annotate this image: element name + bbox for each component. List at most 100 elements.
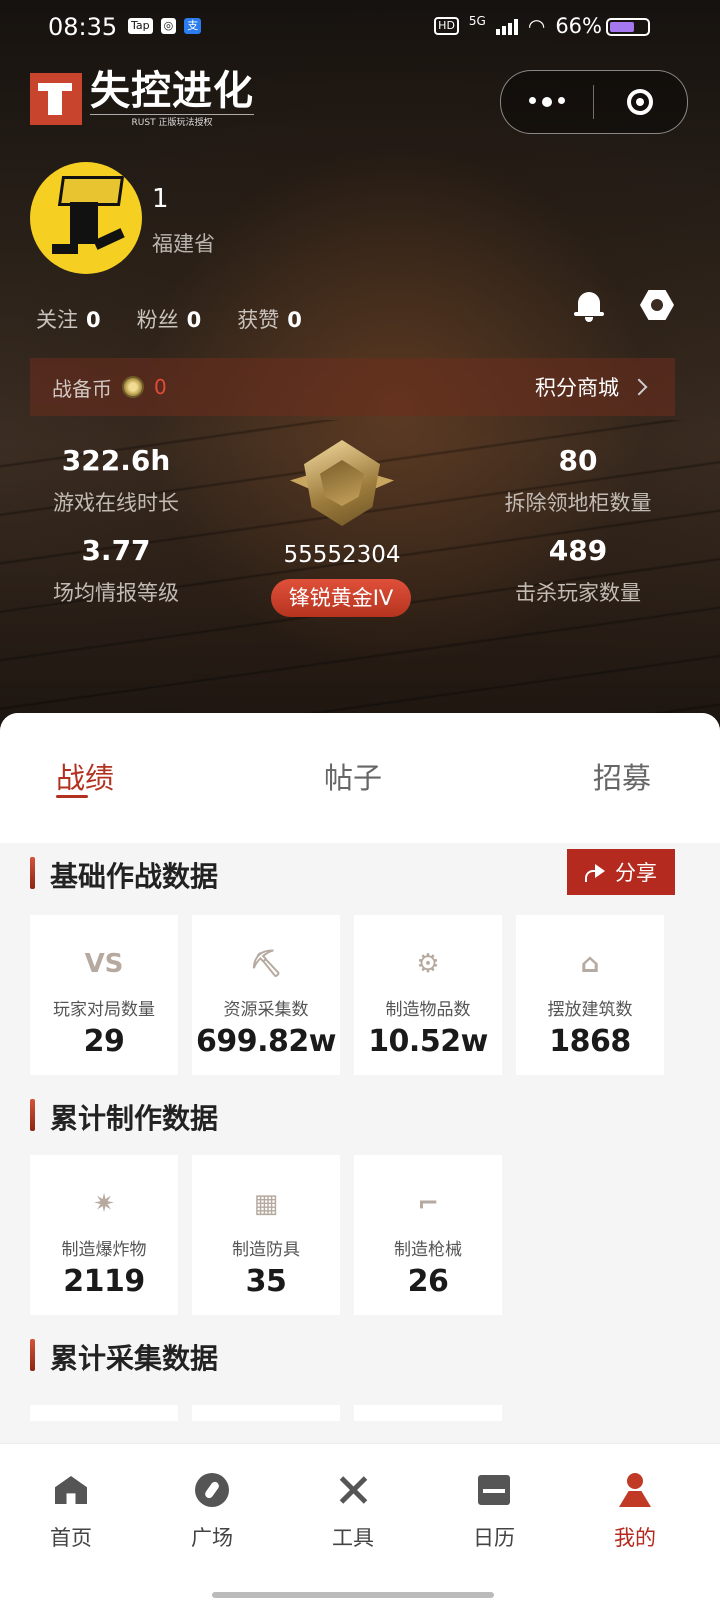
taptap-icon: Tap — [128, 18, 153, 34]
share-button[interactable]: 分享 — [567, 849, 675, 895]
section-basic: 基础作战数据 分享 — [0, 843, 720, 903]
player-id: 55552304 — [283, 542, 401, 568]
armor-icon: ▦ — [253, 1189, 279, 1219]
kills-value: 489 — [548, 534, 608, 567]
following-stat[interactable]: 关注 0 — [36, 304, 101, 334]
tab-posts[interactable]: 帖子 — [324, 755, 382, 797]
stat-card — [30, 1405, 178, 1421]
fans-stat[interactable]: 粉丝 0 — [137, 304, 202, 334]
nav-label: 日历 — [473, 1526, 515, 1550]
likes-stat[interactable]: 获赞 0 — [237, 304, 302, 334]
stat-card-label: 玩家对局数量 — [53, 1000, 155, 1020]
avatar[interactable] — [30, 162, 142, 274]
share-label: 分享 — [615, 861, 657, 885]
settings-icon[interactable] — [640, 290, 674, 320]
logo-title: 失控进化 — [90, 68, 254, 114]
stat-card-value: 1868 — [549, 1024, 631, 1059]
stat-card — [354, 1405, 502, 1421]
following-count: 0 — [86, 308, 101, 332]
nav-home[interactable]: 首页 — [21, 1470, 121, 1552]
stat-card-label: 制造物品数 — [385, 1000, 471, 1020]
alipay-icon: 支 — [184, 18, 202, 34]
user-icon — [618, 1473, 652, 1507]
home-icon — [55, 1476, 87, 1504]
hd-icon: HD — [434, 17, 459, 35]
section-title: 累计采集数据 — [50, 1342, 219, 1375]
stat-card: ⌂ 摆放建筑数 1868 — [516, 915, 664, 1075]
share-icon — [585, 864, 607, 882]
stat-card-value: 26 — [407, 1264, 449, 1299]
nav-label: 我的 — [614, 1526, 656, 1550]
close-miniprogram-button[interactable] — [594, 89, 686, 115]
logo-mark-icon — [30, 73, 82, 125]
section-title: 基础作战数据 — [50, 860, 219, 893]
stat-card-label: 制造爆炸物 — [61, 1240, 147, 1260]
section-title: 累计制作数据 — [50, 1102, 219, 1135]
signal-icon — [495, 17, 518, 35]
nav-label: 首页 — [50, 1526, 92, 1550]
nav-calendar[interactable]: 日历 — [444, 1470, 544, 1552]
rank-badge-icon — [290, 440, 394, 532]
stat-card: VS 玩家对局数量 29 — [30, 915, 178, 1075]
cabinet-label: 拆除领地柜数量 — [504, 491, 652, 515]
coin-value: 0 — [154, 375, 167, 399]
fans-label: 粉丝 — [136, 308, 179, 332]
more-options-button[interactable] — [501, 97, 593, 107]
craft-stats-grid: ✷ 制造爆炸物 2119 ▦ 制造防具 35 ⌐ 制造枪械 26 — [0, 1155, 720, 1315]
wifi-icon: ◠ — [527, 14, 546, 38]
nav-tools[interactable]: 工具 — [303, 1470, 403, 1552]
online-hours-label: 游戏在线时长 — [53, 491, 179, 515]
following-label: 关注 — [36, 308, 78, 332]
battery-fill — [610, 22, 634, 32]
status-bar: 08:35 Tap ◎ 支 HD 5G ◠ 66% — [0, 0, 720, 56]
content-panel: 战绩 帖子 招募 基础作战数据 分享 VS 玩家对局数量 29 ⛏ 资源采集数 … — [0, 713, 720, 1443]
nav-me[interactable]: 我的 — [585, 1470, 685, 1552]
likes-count: 0 — [287, 308, 302, 332]
stat-online-hours: 322.6h 游戏在线时长 — [6, 444, 226, 517]
profile-header: 08:35 Tap ◎ 支 HD 5G ◠ 66% 失控进化 RUST 正版玩法… — [0, 0, 720, 740]
battery-percent: 66% — [555, 14, 602, 38]
stat-card-value: 10.52w — [368, 1024, 488, 1059]
bell-icon[interactable] — [572, 288, 606, 322]
bottom-nav: 首页 广场 工具 日历 我的 — [0, 1443, 720, 1601]
section-gather: 累计采集数据 — [0, 1325, 720, 1385]
section-accent — [30, 857, 35, 889]
points-shop-link[interactable]: 积分商城 — [535, 372, 648, 402]
tab-recruit[interactable]: 招募 — [593, 755, 651, 797]
logo-subtitle: RUST 正版玩法授权 — [90, 114, 254, 128]
tab-records[interactable]: 战绩 — [56, 755, 114, 797]
kills-label: 击杀玩家数量 — [515, 581, 641, 605]
follow-stats: 关注 0 粉丝 0 获赞 0 — [36, 304, 302, 334]
online-hours-value: 322.6h — [61, 444, 171, 477]
stat-card-label: 资源采集数 — [223, 1000, 309, 1020]
fans-count: 0 — [186, 308, 202, 332]
coin-bar: 战备币 0 积分商城 — [30, 358, 675, 416]
stat-card-value: 699.82w — [196, 1024, 336, 1059]
status-app-icons: Tap ◎ 支 — [128, 18, 202, 34]
nav-plaza[interactable]: 广场 — [162, 1470, 262, 1552]
target-icon — [627, 89, 653, 115]
miniprogram-capsule — [500, 70, 688, 134]
cabinet-value: 80 — [558, 444, 598, 477]
gather-stats-grid — [0, 1405, 720, 1421]
compass-icon — [195, 1473, 229, 1507]
stat-card-value: 29 — [83, 1024, 125, 1059]
network-label: 5G — [468, 14, 486, 28]
app-logo: 失控进化 RUST 正版玩法授权 — [30, 70, 254, 128]
likes-label: 获赞 — [237, 308, 280, 332]
points-shop-label: 积分商城 — [535, 376, 619, 400]
stat-cabinet: 80 拆除领地柜数量 — [468, 444, 688, 517]
battery-icon — [606, 18, 650, 36]
calendar-icon — [478, 1475, 510, 1505]
explosive-icon: ✷ — [93, 1189, 115, 1219]
stat-card: ▦ 制造防具 35 — [192, 1155, 340, 1315]
tools-icon — [336, 1473, 370, 1507]
intel-value: 3.77 — [81, 534, 151, 567]
tab-indicator — [56, 795, 88, 798]
house-icon: ⌂ — [580, 949, 600, 979]
nav-label: 工具 — [332, 1526, 374, 1550]
stat-card: ⛏ 资源采集数 699.82w — [192, 915, 340, 1075]
section-craft: 累计制作数据 — [0, 1085, 720, 1145]
home-indicator[interactable] — [212, 1592, 494, 1598]
coin-label: 战备币 — [52, 376, 112, 401]
